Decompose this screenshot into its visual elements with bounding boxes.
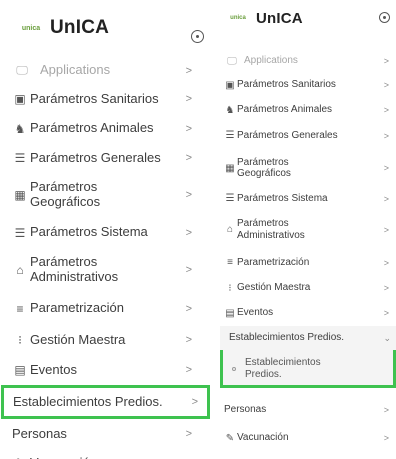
menu-item-parametros-sanitarios[interactable]: ▣ Parámetros Sanitarios > (220, 72, 396, 98)
menu-item-parametrizacion[interactable]: ≡ Parametrización > (220, 249, 396, 276)
chevron-right-icon: > (185, 226, 192, 239)
calendar-icon: ▤ (14, 363, 26, 377)
brand-name: UnICA (50, 17, 110, 38)
sliders-icon: ☰ (225, 130, 235, 141)
chevron-right-icon: > (383, 56, 389, 66)
monitor-icon: 🖵 (227, 55, 237, 67)
menu-item-parametrizacion[interactable]: ≡ Parametrización > (0, 292, 214, 325)
menu-item-eventos[interactable]: ▤ Eventos > (220, 300, 396, 326)
chevron-right-icon: > (185, 264, 192, 276)
chevron-right-icon: > (383, 130, 389, 141)
sliders-icon: ☰ (14, 151, 26, 165)
chevron-right-icon: > (383, 224, 389, 235)
menu-item-parametros-administrativos[interactable]: ⌂ Parámetros Administrativos > (220, 210, 396, 249)
menu-item-personas[interactable]: Personas > (0, 419, 214, 449)
map-icon: ▦ (14, 188, 26, 202)
sidebar-collapsed-state: unica UnICA 🖵 Applications > ▣ Parámetro… (0, 0, 214, 459)
unica-logo: unica (21, 24, 41, 32)
menu-item-parametros-animales[interactable]: ♞ Parámetros Animales > (220, 98, 396, 122)
chevron-right-icon: > (383, 80, 389, 90)
unica-logo: unica (230, 15, 246, 21)
menu-item-establecimientos-predios[interactable]: Establecimientos Predios. > (1, 385, 210, 419)
chevron-right-icon: > (185, 364, 192, 376)
menu-item-parametros-administrativos[interactable]: ⌂ Parámetros Administrativos > (0, 248, 214, 292)
submenu-item-establecimientos-predios[interactable]: Establecimientos Predios. (220, 350, 396, 388)
chevron-right-icon: > (185, 334, 192, 346)
chevron-right-icon: > (383, 193, 389, 204)
menu-item-parametros-sistema[interactable]: ☰ Parámetros Sistema > (0, 217, 214, 248)
menu-item-personas[interactable]: Personas > (220, 388, 396, 426)
menu-item-parametros-geograficos[interactable]: ▦ Parámetros Geográficos > (0, 173, 214, 217)
menu-item-parametros-sanitarios[interactable]: ▣ Parámetros Sanitarios > (0, 84, 214, 114)
menu-item-eventos[interactable]: ▤ Eventos > (0, 355, 214, 385)
building-icon: ⌂ (226, 224, 234, 235)
list-icon: ⁝ (228, 282, 232, 294)
lines-icon: ≡ (16, 301, 24, 316)
bullet-icon (232, 367, 236, 371)
chevron-right-icon: > (185, 428, 192, 440)
menu-item-gestion-maestra[interactable]: ⁝ Gestión Maestra > (0, 325, 214, 355)
syringe-icon: ✎ (225, 432, 235, 444)
chevron-right-icon: > (383, 433, 389, 443)
menu-item-applications[interactable]: 🖵 Applications > (0, 57, 214, 84)
cattle-icon: ♞ (225, 104, 235, 116)
chevron-right-icon: > (185, 122, 192, 135)
list-icon: ⁝ (18, 333, 22, 347)
sliders-icon: ☰ (14, 225, 26, 240)
chevron-right-icon: > (185, 152, 192, 164)
collapse-toggle-icon[interactable] (191, 30, 204, 43)
chevron-right-icon: > (185, 302, 192, 315)
monitor-icon: 🖵 (16, 63, 28, 77)
menu-item-parametros-generales[interactable]: ☰ Parámetros Generales > (220, 122, 396, 149)
sidebar-menu: 🖵 Applications > ▣ Parámetros Sanitarios… (220, 50, 396, 450)
menu-item-vacunacion[interactable]: ✎ Vacunación > (0, 449, 214, 459)
chevron-right-icon: > (383, 105, 389, 115)
menu-item-gestion-maestra[interactable]: ⁝ Gestión Maestra > (220, 276, 396, 300)
menu-item-vacunacion[interactable]: ✎ Vacunación > (220, 426, 396, 450)
calendar-icon: ▤ (225, 307, 235, 319)
establecimientos-group: Establecimientos Predios. ⌄ Establecimie… (220, 326, 396, 388)
sidebar-header: unica UnICA (0, 0, 214, 56)
cattle-icon: ♞ (14, 121, 26, 136)
menu-item-establecimientos-predios[interactable]: Establecimientos Predios. ⌄ (220, 326, 396, 350)
sidebar-menu: 🖵 Applications > ▣ Parámetros Sanitarios… (0, 57, 214, 459)
chevron-right-icon: > (185, 64, 192, 77)
chevron-right-icon: > (383, 405, 389, 415)
lines-icon: ≡ (227, 257, 233, 268)
menu-item-parametros-sistema[interactable]: ☰ Parámetros Sistema > (220, 187, 396, 210)
building-icon: ⌂ (16, 263, 24, 277)
sliders-icon: ☰ (225, 193, 235, 204)
chevron-down-icon: ⌄ (383, 332, 391, 343)
chevron-right-icon: > (383, 257, 389, 268)
chevron-right-icon: > (383, 308, 389, 318)
chevron-right-icon: > (191, 396, 198, 408)
collapse-toggle-icon[interactable] (379, 12, 390, 23)
menu-item-applications[interactable]: 🖵 Applications > (220, 50, 396, 72)
menu-item-parametros-generales[interactable]: ☰ Parámetros Generales > (0, 143, 214, 173)
menu-item-parametros-animales[interactable]: ♞ Parámetros Animales > (0, 114, 214, 143)
sidebar-header: unica UnICA (220, 0, 396, 36)
chevron-right-icon: > (383, 283, 389, 293)
menu-item-parametros-geograficos[interactable]: ▦ Parámetros Geográficos > (220, 149, 396, 187)
chevron-right-icon: > (383, 163, 389, 173)
map-icon: ▦ (225, 162, 235, 174)
chevron-right-icon: > (185, 189, 192, 201)
sidebar-expanded-state: unica UnICA 🖵 Applications > ▣ Parámetro… (220, 0, 396, 459)
clipboard-icon: ▣ (14, 92, 26, 106)
clipboard-icon: ▣ (225, 79, 235, 91)
chevron-right-icon: > (185, 93, 192, 105)
brand-name: UnICA (256, 9, 303, 27)
